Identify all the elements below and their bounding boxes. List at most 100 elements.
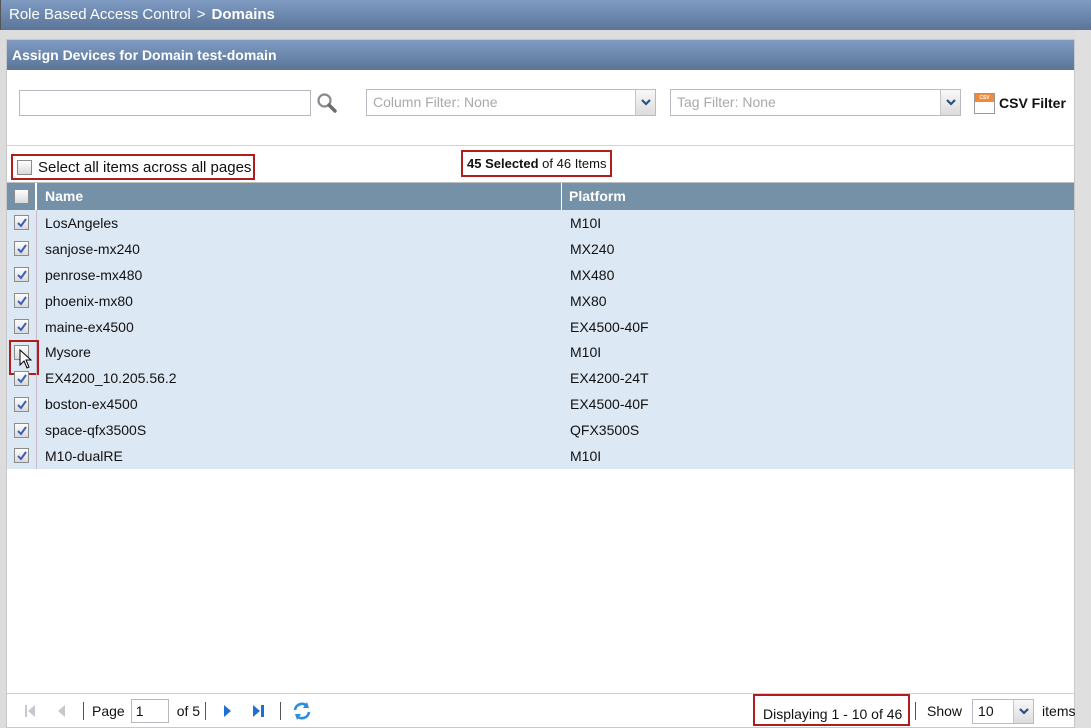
row-checkbox-checked[interactable] (14, 370, 29, 386)
chevron-down-icon[interactable] (635, 90, 655, 115)
breadcrumb: Role Based Access Control > Domains (0, 0, 1091, 30)
previous-page-icon[interactable] (51, 700, 73, 722)
row-select-cell (7, 287, 37, 314)
devices-grid: Name Platform LosAngeles M10I sanjose-mx24… (7, 182, 1074, 469)
displaying-range: Displaying 1 - 10 of 46 (753, 694, 911, 726)
row-select-cell (7, 235, 37, 262)
selection-bar: Select all items across all pages 45 Sel… (7, 146, 1074, 182)
page-size-value: 10 (978, 702, 994, 719)
table-row[interactable]: phoenix-mx80 MX80 (7, 287, 1074, 314)
first-page-icon[interactable] (19, 700, 41, 722)
row-select-cell (7, 365, 37, 392)
page-scrollbar[interactable] (1075, 30, 1091, 728)
divider (915, 702, 916, 720)
table-row[interactable]: penrose-mx480 MX480 (7, 261, 1074, 288)
row-checkbox-checked[interactable] (14, 215, 29, 231)
search-input[interactable] (19, 90, 311, 116)
row-select-cell (7, 210, 37, 236)
device-platform: MX240 (570, 240, 615, 257)
row-select-cell (7, 339, 39, 376)
row-checkbox-checked[interactable] (14, 241, 29, 257)
column-filter-select[interactable]: Column Filter: None (366, 89, 656, 116)
last-page-icon[interactable] (248, 700, 270, 722)
table-row[interactable]: sanjose-mx240 MX240 (7, 235, 1074, 262)
grid-header: Name Platform (7, 182, 1074, 210)
grid-body: LosAngeles M10I sanjose-mx240 MX240 penrose-… (7, 210, 1074, 469)
table-row[interactable]: LosAngeles M10I (7, 210, 1074, 236)
row-select-cell (7, 391, 37, 418)
selected-count: 45 Selected (467, 156, 539, 171)
device-platform: M10I (570, 344, 602, 361)
table-row[interactable]: maine-ex4500 EX4500-40F (7, 313, 1074, 340)
row-select-cell (7, 261, 37, 288)
row-select-cell (7, 313, 37, 340)
device-platform: EX4200-24T (570, 370, 649, 387)
device-platform: M10I (570, 214, 602, 231)
checkbox[interactable] (17, 159, 32, 175)
device-name: LosAngeles (45, 214, 119, 231)
table-row[interactable]: space-qfx3500S QFX3500S (7, 417, 1074, 444)
selection-count: 45 Selected of 46 Items (461, 150, 613, 177)
breadcrumb-current: Domains (211, 6, 275, 23)
next-page-icon[interactable] (216, 700, 238, 722)
page-size-control: Show 10 items (915, 698, 1075, 724)
show-label: Show (927, 703, 963, 719)
tag-filter-value: Tag Filter: None (677, 94, 776, 110)
table-row[interactable]: M10-dualRE M10I (7, 443, 1074, 469)
column-header-platform[interactable]: Platform (562, 183, 1074, 210)
column-filter-value: Column Filter: None (373, 94, 498, 110)
filter-toolbar: Column Filter: None Tag Filter: None CSV… (7, 70, 1074, 146)
row-select-cell (7, 417, 37, 444)
divider (83, 701, 84, 720)
tag-filter-select[interactable]: Tag Filter: None (670, 89, 961, 116)
device-platform: MX80 (570, 292, 607, 309)
row-checkbox-checked[interactable] (14, 293, 29, 309)
page-number-input[interactable]: 1 (130, 698, 169, 723)
items-label: items (1042, 703, 1076, 719)
page-count: of 5 (176, 702, 201, 719)
device-name: M10-dualRE (45, 447, 123, 464)
breadcrumb-separator: > (196, 6, 206, 23)
device-name: phoenix-mx80 (45, 292, 133, 309)
device-name: space-qfx3500S (45, 422, 147, 439)
assign-devices-panel: Assign Devices for Domain test-domain Co… (6, 39, 1075, 728)
table-row[interactable]: Mysore M10I (7, 339, 1074, 376)
divider (205, 701, 207, 720)
csv-filter-label: CSV Filter (999, 95, 1066, 111)
device-platform: QFX3500S (570, 422, 640, 439)
table-row[interactable]: EX4200_10.205.56.2 EX4200-24T (7, 365, 1074, 392)
row-checkbox-checked[interactable] (14, 267, 29, 283)
device-platform: MX480 (570, 266, 615, 283)
row-checkbox-checked[interactable] (14, 422, 29, 438)
table-row[interactable]: boston-ex4500 EX4500-40F (7, 391, 1074, 418)
total-items: of 46 Items (542, 156, 607, 171)
device-platform: M10I (570, 447, 602, 464)
row-select-cell (7, 443, 37, 469)
column-header-name[interactable]: Name (37, 183, 562, 210)
breadcrumb-parent[interactable]: Role Based Access Control (9, 6, 191, 23)
chevron-down-icon[interactable] (1013, 699, 1034, 723)
device-name: boston-ex4500 (45, 396, 138, 413)
csv-file-icon: CSV (974, 92, 995, 114)
row-checkbox-checked[interactable] (14, 448, 29, 464)
device-platform: EX4500-40F (570, 318, 649, 335)
divider (280, 701, 282, 720)
pagination-bar: Page 1 of 5 Displaying 1 - 10 of 46 Show… (7, 693, 1075, 727)
device-name: Mysore (45, 344, 91, 361)
refresh-icon[interactable] (291, 700, 313, 722)
device-platform: EX4500-40F (570, 396, 649, 413)
row-checkbox-checked[interactable] (14, 396, 29, 412)
header-select-checkbox[interactable] (13, 189, 29, 204)
csv-filter-button[interactable]: CSV CSV Filter (974, 87, 1066, 119)
panel-title: Assign Devices for Domain test-domain (7, 40, 1074, 70)
chevron-down-icon[interactable] (940, 90, 960, 115)
device-name: maine-ex4500 (45, 318, 134, 335)
device-name: penrose-mx480 (45, 266, 143, 283)
page-size-select[interactable]: 10 (972, 698, 1035, 724)
page-label: Page (92, 702, 125, 719)
device-name: sanjose-mx240 (45, 240, 140, 257)
search-icon[interactable] (316, 92, 338, 114)
select-all-pages-checkbox[interactable]: Select all items across all pages (11, 154, 256, 180)
row-checkbox-checked[interactable] (14, 319, 29, 334)
select-all-label: Select all items across all pages (38, 158, 252, 176)
